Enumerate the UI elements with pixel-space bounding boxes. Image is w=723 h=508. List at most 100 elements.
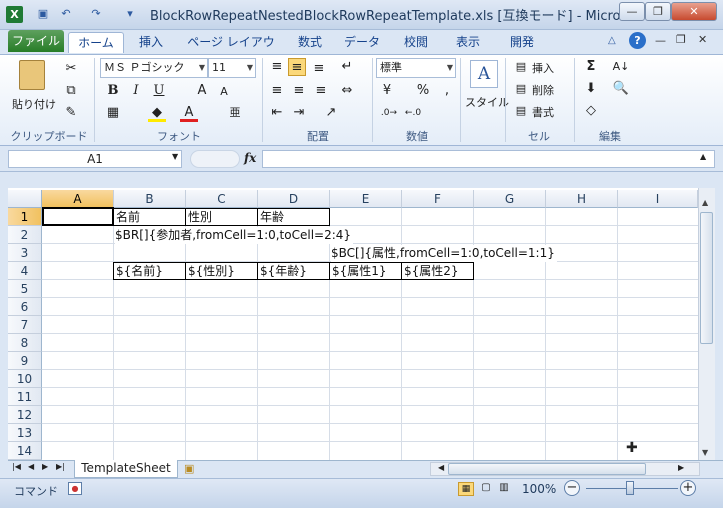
paste-button[interactable]: 貼り付け: [12, 96, 56, 112]
borders-icon[interactable]: ▦: [104, 104, 122, 122]
undo-icon[interactable]: ↶: [58, 6, 74, 22]
column-header-a[interactable]: A: [42, 190, 114, 208]
zoom-level[interactable]: 100%: [522, 482, 556, 496]
select-all-corner[interactable]: [8, 190, 42, 208]
save-icon[interactable]: ▣: [35, 6, 51, 22]
styles-button[interactable]: スタイル: [465, 94, 509, 110]
sheet-nav-first-icon[interactable]: |◀: [12, 462, 21, 471]
increase-decimal-icon[interactable]: .0→: [380, 104, 398, 122]
font-color-icon[interactable]: A: [180, 104, 198, 122]
row-header-3[interactable]: 3: [8, 244, 42, 262]
sort-filter-icon[interactable]: A↓: [612, 58, 630, 76]
italic-icon[interactable]: I: [127, 82, 145, 100]
tab-view[interactable]: 表示: [448, 32, 488, 53]
fill-color-icon[interactable]: ◆: [148, 104, 166, 122]
clear-icon[interactable]: ◇: [582, 102, 600, 120]
tab-file[interactable]: ファイル: [8, 30, 64, 52]
row-header-9[interactable]: 9: [8, 352, 42, 370]
underline-icon[interactable]: U: [150, 82, 168, 100]
cell-d4[interactable]: ${年齢}: [257, 262, 330, 280]
shrink-font-icon[interactable]: A: [215, 83, 233, 101]
excel-app-icon[interactable]: X: [6, 6, 23, 23]
formula-expand-icon[interactable]: ▲: [700, 152, 706, 161]
zoom-in-icon[interactable]: +: [680, 480, 696, 496]
tab-page-layout[interactable]: ページ レイアウト: [183, 32, 279, 69]
styles-icon[interactable]: A: [470, 60, 498, 88]
cell-b1[interactable]: 名前: [113, 208, 186, 226]
row-header-12[interactable]: 12: [8, 406, 42, 424]
font-size-dropdown[interactable]: 11 ▼: [208, 58, 256, 78]
tab-developer[interactable]: 開発: [500, 32, 544, 53]
row-header-8[interactable]: 8: [8, 334, 42, 352]
phonetic-icon[interactable]: 亜: [226, 104, 244, 122]
delete-cells-button[interactable]: 削除: [532, 82, 554, 98]
format-painter-icon[interactable]: ✎: [62, 104, 80, 122]
workbook-close-icon[interactable]: ✕: [698, 33, 707, 46]
sheet-tab-templatesheet[interactable]: TemplateSheet: [74, 460, 178, 478]
namebox-dropdown-icon[interactable]: ▼: [172, 152, 178, 161]
autosum-icon[interactable]: Σ: [582, 58, 600, 76]
workbook-minimize-icon[interactable]: —: [655, 34, 666, 47]
row-header-10[interactable]: 10: [8, 370, 42, 388]
fill-icon[interactable]: ⬇: [582, 80, 600, 98]
restore-button[interactable]: ❐: [645, 2, 671, 21]
align-center-icon[interactable]: ≡: [290, 82, 308, 100]
align-top-icon[interactable]: ≡: [268, 58, 286, 76]
column-header-i[interactable]: I: [618, 190, 698, 208]
cell-e3[interactable]: $BC[]{属性,fromCell=1:0,toCell=1:1}: [331, 245, 557, 262]
column-header-b[interactable]: B: [114, 190, 186, 208]
cell-b2[interactable]: $BR[]{参加者,fromCell=1:0,toCell=2:4}: [115, 227, 354, 244]
insert-sheet-icon[interactable]: ▣: [184, 462, 194, 475]
currency-icon[interactable]: ¥: [378, 82, 396, 100]
align-middle-icon[interactable]: ≡: [288, 58, 306, 76]
align-left-icon[interactable]: ≡: [268, 82, 286, 100]
format-cells-icon[interactable]: ▤: [512, 102, 530, 120]
align-right-icon[interactable]: ≡: [312, 82, 330, 100]
cell-d1[interactable]: 年齢: [257, 208, 330, 226]
row-header-1[interactable]: 1: [8, 208, 42, 226]
row-header-13[interactable]: 13: [8, 424, 42, 442]
zoom-out-icon[interactable]: −: [564, 480, 580, 496]
column-header-e[interactable]: E: [330, 190, 402, 208]
row-header-5[interactable]: 5: [8, 280, 42, 298]
row-header-7[interactable]: 7: [8, 316, 42, 334]
font-name-dropdown[interactable]: ＭＳ Ｐゴシック ▼: [100, 58, 208, 78]
percent-icon[interactable]: %: [414, 82, 432, 100]
page-break-view-icon[interactable]: ▥: [496, 482, 512, 496]
column-header-c[interactable]: C: [186, 190, 258, 208]
row-header-2[interactable]: 2: [8, 226, 42, 244]
workbook-restore-icon[interactable]: ❐: [676, 33, 686, 46]
scroll-left-icon[interactable]: ◀: [438, 463, 444, 472]
scroll-up-icon[interactable]: ▲: [702, 198, 708, 207]
ribbon-collapse-icon[interactable]: △: [608, 35, 616, 46]
minimize-button[interactable]: —: [619, 2, 645, 21]
tab-formulas[interactable]: 数式: [290, 32, 330, 53]
decrease-indent-icon[interactable]: ⇤: [268, 104, 286, 122]
tab-home[interactable]: ホーム: [68, 32, 124, 53]
fx-icon[interactable]: fx: [244, 151, 256, 165]
tab-data[interactable]: データ: [340, 32, 384, 53]
help-icon[interactable]: ?: [629, 32, 646, 49]
number-format-dropdown[interactable]: 標準 ▼: [376, 58, 456, 78]
row-header-14[interactable]: 14: [8, 442, 42, 460]
orientation-icon[interactable]: ↗: [322, 104, 340, 122]
zoom-slider-thumb[interactable]: [626, 481, 634, 495]
vertical-scroll-thumb[interactable]: [700, 212, 713, 344]
cell-b4[interactable]: ${名前}: [113, 262, 186, 280]
tab-review[interactable]: 校閲: [396, 32, 436, 53]
copy-icon[interactable]: ⧉: [62, 82, 80, 100]
scroll-down-icon[interactable]: ▼: [702, 448, 708, 457]
column-header-g[interactable]: G: [474, 190, 546, 208]
column-header-h[interactable]: H: [546, 190, 618, 208]
row-header-4[interactable]: 4: [8, 262, 42, 280]
merge-center-icon[interactable]: ⇔: [338, 82, 356, 100]
column-header-d[interactable]: D: [258, 190, 330, 208]
delete-cells-icon[interactable]: ▤: [512, 80, 530, 98]
sheet-nav-last-icon[interactable]: ▶|: [56, 462, 65, 471]
cell-f4[interactable]: ${属性2}: [401, 262, 474, 280]
sheet-nav-prev-icon[interactable]: ◀: [28, 462, 34, 471]
cut-icon[interactable]: ✂: [62, 60, 80, 78]
redo-icon[interactable]: ↷: [88, 6, 104, 22]
active-cell-a1[interactable]: [42, 207, 114, 226]
paste-icon[interactable]: [19, 60, 45, 90]
